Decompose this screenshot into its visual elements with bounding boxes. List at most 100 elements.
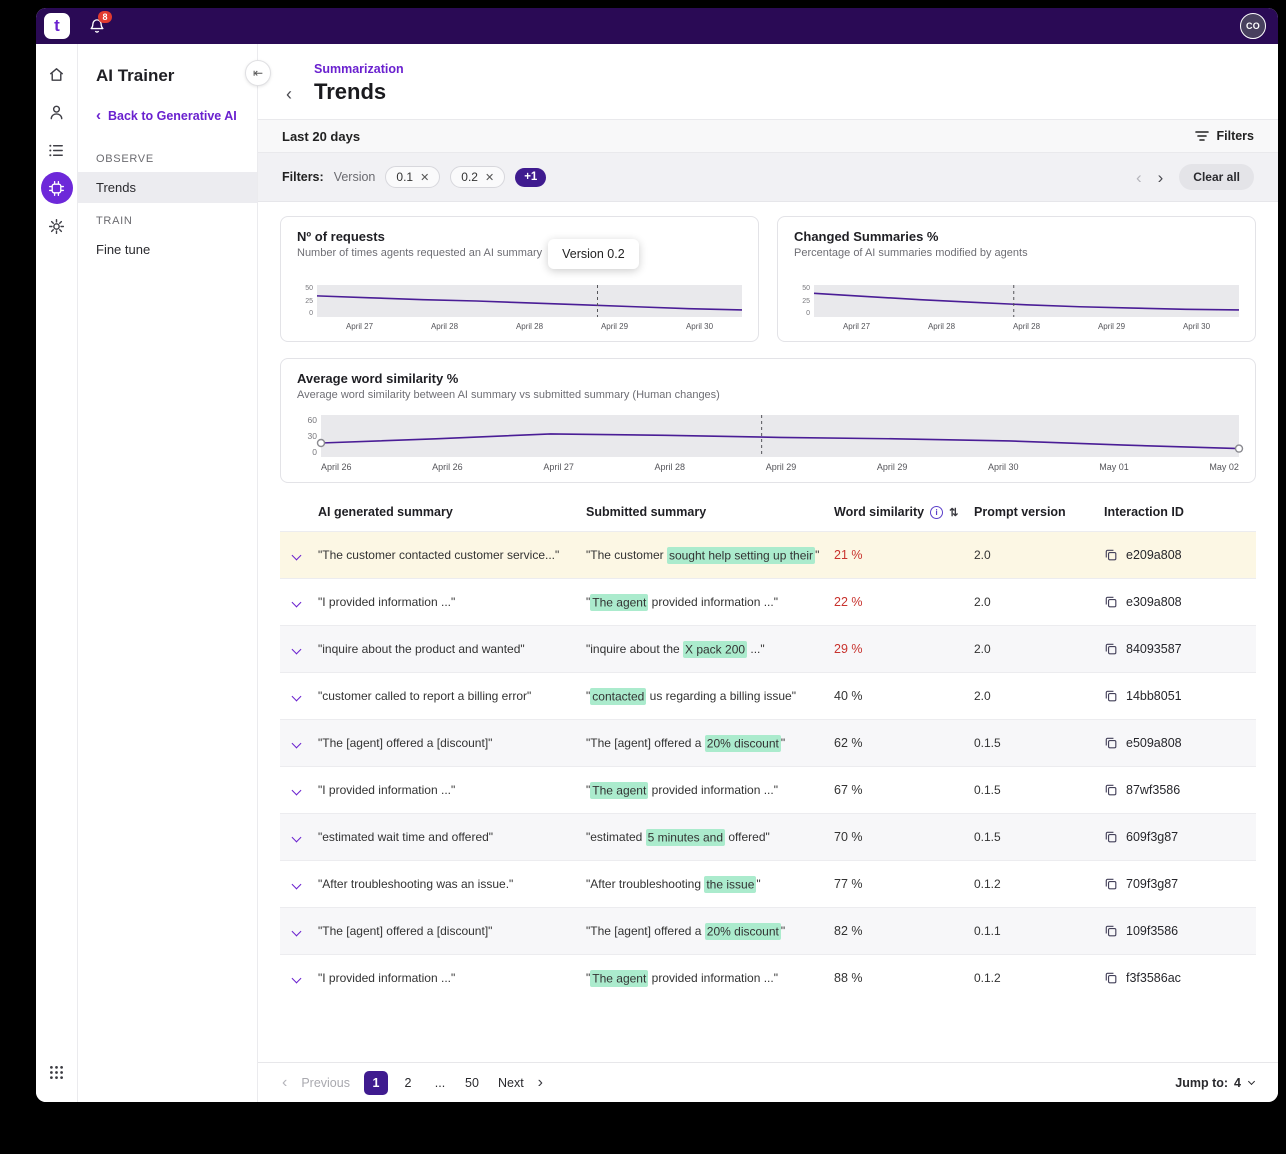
interaction-id-cell: e509a808	[1104, 736, 1256, 750]
user-avatar[interactable]: CO	[1240, 13, 1266, 39]
submitted-summary-cell: "The [agent] offered a 20% discount"	[586, 924, 834, 938]
interaction-id-cell: e209a808	[1104, 548, 1256, 562]
logo-letter: t	[54, 16, 60, 36]
row-expand-chevron-icon[interactable]	[292, 598, 302, 608]
changed-summaries-chart-card: Changed Summaries % Percentage of AI sum…	[777, 216, 1256, 342]
page-button-...[interactable]: ...	[428, 1071, 452, 1095]
x-tick-label: April 29	[1098, 322, 1125, 331]
sidebar-item-trends[interactable]: Trends	[78, 172, 257, 203]
copy-icon[interactable]	[1104, 877, 1118, 891]
interaction-id-cell: 709f3g87	[1104, 877, 1256, 891]
word-similarity-line-chart[interactable]	[321, 415, 1239, 457]
x-axis: April 26April 26April 27April 28April 29…	[297, 462, 1239, 472]
row-expand-chevron-icon[interactable]	[292, 739, 302, 749]
ai-summary-cell: "I provided information ..."	[318, 783, 586, 797]
ai-trainer-icon[interactable]	[41, 172, 73, 204]
table-body: "The customer contacted customer service…	[280, 531, 1256, 1001]
filters-button[interactable]: Filters	[1195, 129, 1254, 143]
settings-gear-icon[interactable]	[41, 210, 73, 242]
back-to-generative-ai-link[interactable]: ‹ Back to Generative AI	[78, 102, 257, 141]
charts-section: Nº of requests Number of times agents re…	[258, 202, 1278, 483]
section-observe-label: OBSERVE	[78, 141, 257, 172]
col-ai-generated-summary[interactable]: AI generated summary	[318, 505, 586, 519]
notifications-bell-icon[interactable]: 8	[88, 17, 106, 35]
x-axis: April 27April 28April 28April 29April 30	[794, 322, 1239, 331]
col-interaction-id[interactable]: Interaction ID	[1104, 505, 1256, 519]
home-icon[interactable]	[41, 58, 73, 90]
chart-title: Changed Summaries %	[794, 229, 1239, 244]
page-header: ⇤ ‹ Summarization Trends	[258, 44, 1278, 119]
prev-page-arrow-icon[interactable]: ‹	[282, 1075, 287, 1091]
submitted-summary-cell: "After troubleshooting the issue"	[586, 877, 834, 891]
y-axis: 60300	[297, 415, 317, 457]
page-button-1[interactable]: 1	[364, 1071, 388, 1095]
prompt-version-cell: 0.1.2	[974, 971, 1104, 985]
copy-icon[interactable]	[1104, 924, 1118, 938]
copy-icon[interactable]	[1104, 830, 1118, 844]
copy-icon[interactable]	[1104, 642, 1118, 656]
chip-close-icon[interactable]: ✕	[420, 171, 429, 184]
requests-line-chart[interactable]	[317, 285, 742, 317]
filters-label: Filters:	[282, 170, 324, 184]
clear-all-button[interactable]: Clear all	[1179, 164, 1254, 190]
sidebar-item-fine-tune[interactable]: Fine tune	[78, 234, 257, 265]
chip-close-icon[interactable]: ✕	[485, 171, 494, 184]
copy-icon[interactable]	[1104, 595, 1118, 609]
col-prompt-version[interactable]: Prompt version	[974, 505, 1104, 519]
info-icon[interactable]: i	[930, 506, 943, 519]
previous-button[interactable]: Previous	[301, 1076, 350, 1090]
row-expand-chevron-icon[interactable]	[292, 974, 302, 984]
x-tick-label: April 30	[988, 462, 1019, 472]
interaction-id-cell: 609f3g87	[1104, 830, 1256, 844]
sort-icon[interactable]: ⇅	[949, 506, 958, 519]
section-train-label: TRAIN	[78, 203, 257, 234]
x-axis: April 27April 28April 28April 29April 30	[297, 322, 742, 331]
coaching-icon[interactable]	[41, 96, 73, 128]
filter-chip-0-2[interactable]: 0.2 ✕	[450, 166, 505, 188]
x-tick-label: April 28	[516, 322, 543, 331]
copy-icon[interactable]	[1104, 736, 1118, 750]
row-expand-chevron-icon[interactable]	[292, 692, 302, 702]
x-tick-label: April 28	[431, 322, 458, 331]
row-expand-chevron-icon[interactable]	[292, 833, 302, 843]
row-expand-chevron-icon[interactable]	[292, 880, 302, 890]
col-word-similarity[interactable]: Word similarity i ⇅	[834, 505, 974, 519]
changed-summaries-line-chart[interactable]	[814, 285, 1239, 317]
app-rail	[36, 44, 78, 1102]
submitted-summary-cell: "inquire about the X pack 200 ..."	[586, 642, 834, 656]
copy-icon[interactable]	[1104, 548, 1118, 562]
next-button[interactable]: Next	[498, 1076, 524, 1090]
row-expand-chevron-icon[interactable]	[292, 551, 302, 561]
prompt-version-cell: 2.0	[974, 595, 1104, 609]
collapse-sidebar-button[interactable]: ⇤	[245, 60, 271, 86]
more-filters-badge[interactable]: +1	[515, 168, 546, 187]
row-expand-chevron-icon[interactable]	[292, 927, 302, 937]
chart-title: Nº of requests	[297, 229, 742, 244]
chart-subtitle: Average word similarity between AI summa…	[297, 389, 1239, 401]
submitted-summary-cell: "contacted us regarding a billing issue"	[586, 689, 834, 703]
back-button[interactable]: ‹	[286, 84, 292, 105]
breadcrumb[interactable]: Summarization	[314, 62, 1254, 76]
col-submitted-summary[interactable]: Submitted summary	[586, 505, 834, 519]
page-button-50[interactable]: 50	[460, 1071, 484, 1095]
filters-prev-chevron-icon[interactable]: ‹	[1136, 169, 1142, 186]
filter-chip-0-1[interactable]: 0.1 ✕	[385, 166, 440, 188]
page-button-2[interactable]: 2	[396, 1071, 420, 1095]
copy-icon[interactable]	[1104, 783, 1118, 797]
copy-icon[interactable]	[1104, 971, 1118, 985]
filters-next-chevron-icon[interactable]: ›	[1158, 169, 1164, 186]
next-page-arrow-icon[interactable]: ›	[538, 1075, 543, 1091]
copy-icon[interactable]	[1104, 689, 1118, 703]
tasks-icon[interactable]	[41, 134, 73, 166]
table-header: AI generated summary Submitted summary W…	[280, 497, 1256, 531]
prompt-version-cell: 2.0	[974, 689, 1104, 703]
x-tick-label: April 27	[543, 462, 574, 472]
row-expand-chevron-icon[interactable]	[292, 645, 302, 655]
jump-to-select[interactable]: Jump to: 4	[1175, 1076, 1254, 1090]
row-expand-chevron-icon[interactable]	[292, 786, 302, 796]
prompt-version-cell: 0.1.5	[974, 830, 1104, 844]
app-logo[interactable]: t	[44, 13, 70, 39]
apps-grid-icon[interactable]	[41, 1056, 73, 1088]
y-tick-label: 30	[297, 431, 317, 441]
chart-title: Average word similarity %	[297, 371, 1239, 386]
